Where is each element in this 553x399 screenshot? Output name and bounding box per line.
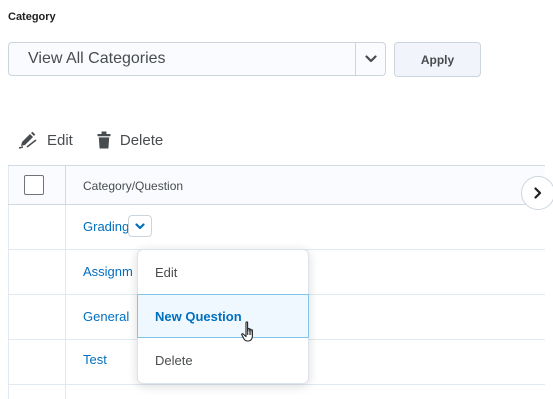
trash-icon (97, 131, 111, 149)
row-link-general[interactable]: General (83, 309, 129, 324)
context-menu: Edit New Question Delete (137, 249, 309, 384)
menu-item-delete[interactable]: Delete (138, 338, 308, 382)
category-select[interactable]: View All Categories (8, 42, 386, 76)
delete-button[interactable]: Delete (97, 131, 163, 149)
table-row: Grading (8, 205, 545, 250)
menu-item-new-question[interactable]: New Question (137, 294, 309, 338)
chevron-down-icon (135, 222, 145, 230)
row-link-grading[interactable]: Grading (83, 219, 129, 234)
toolbar: Edit Delete (18, 128, 163, 152)
pencil-icon (18, 131, 38, 149)
hand-pointer-cursor-icon (241, 321, 259, 350)
chevron-down-icon (355, 43, 385, 75)
table-row (8, 385, 545, 399)
scroll-right-button[interactable] (521, 176, 553, 210)
chevron-right-icon (534, 187, 542, 199)
category-label: Category (8, 11, 56, 23)
select-all-checkbox[interactable] (24, 175, 44, 195)
grid-header-row: Category/Question (8, 165, 545, 205)
row-link-test[interactable]: Test (83, 352, 107, 367)
menu-item-edit[interactable]: Edit (138, 250, 308, 294)
apply-button[interactable]: Apply (394, 42, 481, 77)
edit-label: Edit (47, 131, 73, 149)
header-category-question: Category/Question (83, 179, 184, 193)
edit-button[interactable]: Edit (18, 131, 73, 149)
grading-context-menu-button[interactable] (128, 215, 152, 237)
category-select-value: View All Categories (28, 50, 166, 67)
row-link-assignments[interactable]: Assignm (83, 264, 133, 279)
delete-label: Delete (119, 131, 164, 149)
